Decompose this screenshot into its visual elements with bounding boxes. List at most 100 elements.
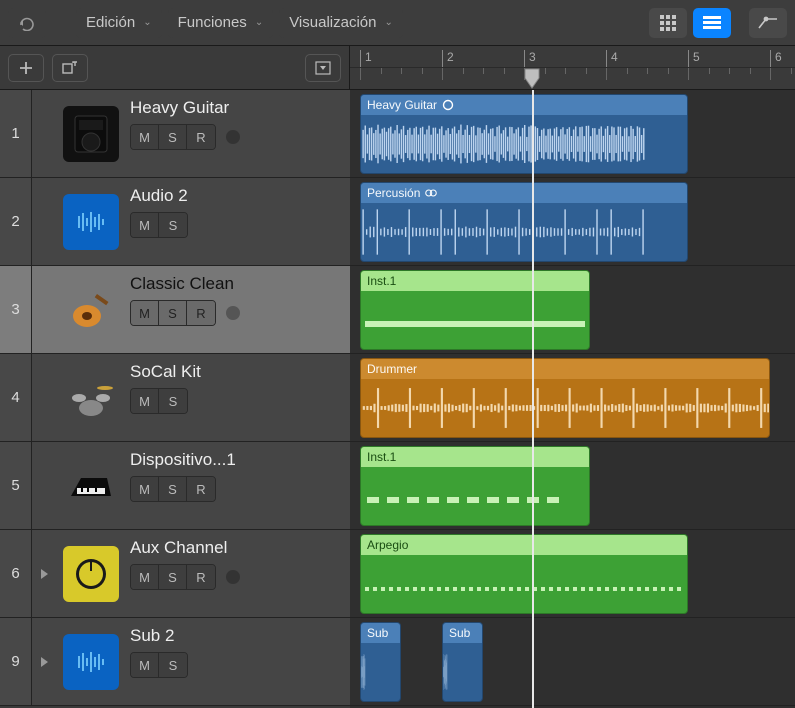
disclosure-triangle-icon <box>41 569 48 579</box>
loop-icon <box>425 187 437 199</box>
track-header[interactable]: 3Classic CleanMSR <box>0 266 350 354</box>
m-button[interactable]: M <box>131 125 159 149</box>
grid-icon <box>660 15 676 31</box>
region[interactable]: Arpegio <box>360 534 688 614</box>
track-name-label: Heavy Guitar <box>130 98 344 118</box>
track-number: 3 <box>0 266 32 353</box>
loop-icon <box>442 99 454 111</box>
track-disclose <box>32 266 56 353</box>
track-icon[interactable] <box>56 266 126 353</box>
msr-group: MSR <box>130 564 216 590</box>
track-disclose[interactable] <box>32 618 56 705</box>
r-button[interactable]: R <box>187 565 215 589</box>
edit-menu-label: Edición <box>86 14 135 31</box>
ruler-bar-tick: 6 <box>770 50 782 67</box>
track-disclose <box>32 178 56 265</box>
m-button[interactable]: M <box>131 389 159 413</box>
track-name-label: Sub 2 <box>130 626 344 646</box>
functions-menu[interactable]: Funciones ⌄ <box>168 8 274 38</box>
msr-group: MS <box>130 212 188 238</box>
ruler-bar-tick: 1 <box>360 50 372 67</box>
region-body <box>361 203 687 261</box>
track-header[interactable]: 9Sub 2MS <box>0 618 350 706</box>
region[interactable]: Heavy Guitar <box>360 94 688 174</box>
track-icon[interactable] <box>56 618 126 705</box>
region-header: Arpegio <box>361 535 687 555</box>
region-header: Inst.1 <box>361 271 589 291</box>
track-number: 5 <box>0 442 32 529</box>
region-label: Heavy Guitar <box>367 98 437 112</box>
track-header-config-button[interactable] <box>305 54 341 82</box>
track-header[interactable]: 6 Aux Channel MSR <box>0 530 350 618</box>
s-button[interactable]: S <box>159 389 187 413</box>
r-button[interactable]: R <box>187 477 215 501</box>
track-icon[interactable] <box>56 530 126 617</box>
track-name-label: SoCal Kit <box>130 362 344 382</box>
track-disclose[interactable] <box>32 530 56 617</box>
region-body <box>361 555 687 613</box>
playhead-handle[interactable] <box>524 68 540 90</box>
track-icon[interactable] <box>56 442 126 529</box>
region-header: Inst.1 <box>361 447 589 467</box>
automation-button[interactable] <box>749 8 787 38</box>
track-header[interactable]: 2Audio 2MS <box>0 178 350 266</box>
s-button[interactable]: S <box>159 653 187 677</box>
secondary-bar: 123456 <box>0 46 795 90</box>
m-button[interactable]: M <box>131 213 159 237</box>
edit-menu[interactable]: Edición ⌄ <box>76 8 162 38</box>
region[interactable]: Inst.1 <box>360 270 590 350</box>
ruler[interactable]: 123456 <box>350 46 795 90</box>
region-label: Percusión <box>367 186 420 200</box>
m-button[interactable]: M <box>131 565 159 589</box>
region-header: Sub <box>443 623 482 643</box>
track-name-label: Aux Channel <box>130 538 344 558</box>
region[interactable]: Sub <box>360 622 401 702</box>
arrangement-area[interactable]: Heavy Guitar Percusión Inst.1 Drummer Inst.1… <box>350 90 795 708</box>
region-body <box>361 643 400 701</box>
automation-icon <box>758 16 778 30</box>
track-icon[interactable] <box>56 354 126 441</box>
region-label: Drummer <box>367 362 417 376</box>
add-track-button[interactable] <box>8 54 44 82</box>
region[interactable]: Drummer <box>360 358 770 438</box>
chevron-down-icon: ⌄ <box>143 17 151 28</box>
s-button[interactable]: S <box>159 125 187 149</box>
grid-view-button[interactable] <box>649 8 687 38</box>
s-button[interactable]: S <box>159 477 187 501</box>
region[interactable]: Percusión <box>360 182 688 262</box>
s-button[interactable]: S <box>159 301 187 325</box>
cycle-button[interactable] <box>8 8 46 38</box>
s-button[interactable]: S <box>159 213 187 237</box>
region[interactable]: Sub <box>442 622 483 702</box>
view-menu[interactable]: Visualización ⌄ <box>279 8 403 38</box>
track-header-toolbar <box>0 46 350 90</box>
list-view-button[interactable] <box>693 8 731 38</box>
msr-group: MSR <box>130 300 216 326</box>
m-button[interactable]: M <box>131 301 159 325</box>
msr-group: MS <box>130 388 188 414</box>
functions-menu-label: Funciones <box>178 14 247 31</box>
record-enable-dot[interactable] <box>226 570 240 584</box>
track-headers: 1Heavy GuitarMSR2Audio 2MS3Classic Clean… <box>0 90 350 708</box>
region-body <box>361 379 769 437</box>
track-number: 6 <box>0 530 32 617</box>
region-body <box>361 467 589 525</box>
region-body <box>443 643 482 701</box>
track-header[interactable]: 4SoCal KitMS <box>0 354 350 442</box>
arrange-row[interactable] <box>350 618 795 706</box>
region[interactable]: Inst.1 <box>360 446 590 526</box>
s-button[interactable]: S <box>159 565 187 589</box>
m-button[interactable]: M <box>131 653 159 677</box>
record-enable-dot[interactable] <box>226 130 240 144</box>
track-header[interactable]: 1Heavy GuitarMSR <box>0 90 350 178</box>
track-icon[interactable] <box>56 178 126 265</box>
record-enable-dot[interactable] <box>226 306 240 320</box>
region-label: Arpegio <box>367 538 408 552</box>
track-name-label: Audio 2 <box>130 186 344 206</box>
track-header[interactable]: 5Dispositivo...1MSR <box>0 442 350 530</box>
track-icon[interactable] <box>56 90 126 177</box>
r-button[interactable]: R <box>187 125 215 149</box>
m-button[interactable]: M <box>131 477 159 501</box>
duplicate-track-button[interactable] <box>52 54 88 82</box>
r-button[interactable]: R <box>187 301 215 325</box>
